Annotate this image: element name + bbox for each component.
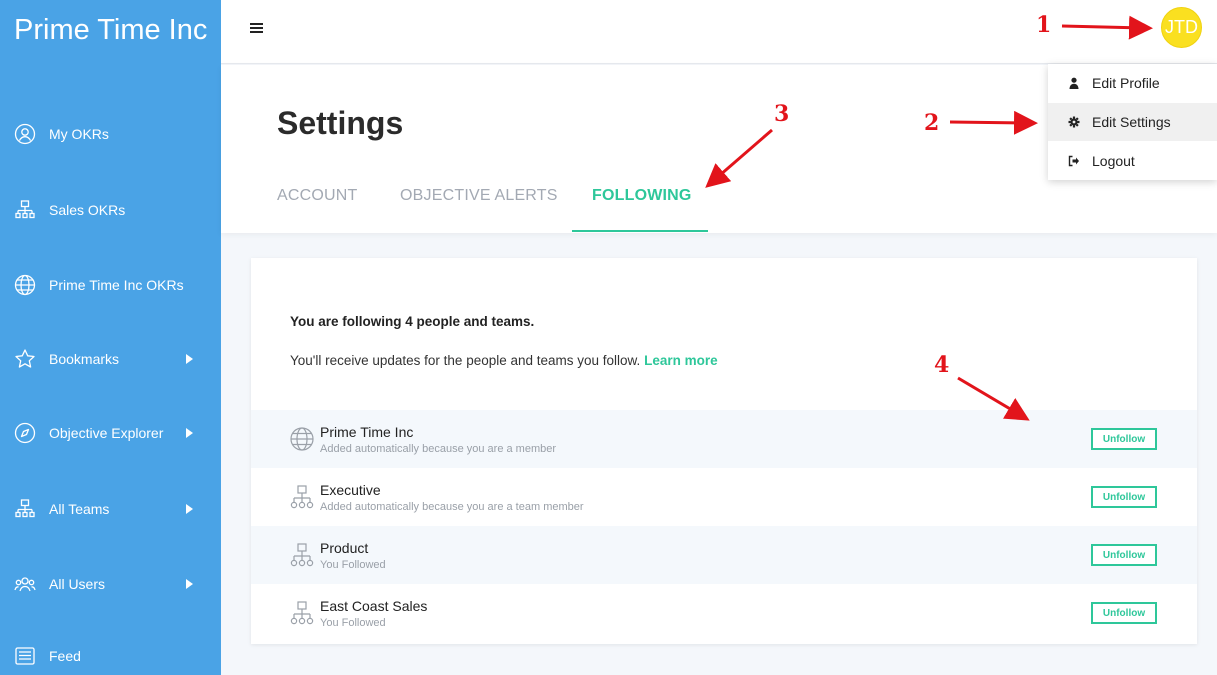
brand-name: Prime Time Inc <box>14 14 208 46</box>
caret-right-icon <box>186 579 193 589</box>
org-chart-icon <box>289 600 317 628</box>
sidebar-item-label: Objective Explorer <box>49 425 164 441</box>
menu-item-label: Edit Settings <box>1092 114 1171 130</box>
menu-item-logout[interactable]: Logout <box>1048 142 1217 180</box>
menu-item-label: Edit Profile <box>1092 75 1160 91</box>
annotation-step-1: 1 <box>1036 12 1052 38</box>
sidebar-item-feed[interactable]: Feed <box>0 636 221 675</box>
following-name: Executive <box>320 482 381 498</box>
sidebar: Prime Time Inc My OKRs Sales OKRs Prime … <box>0 0 221 675</box>
menu-item-edit-settings[interactable]: Edit Settings <box>1048 103 1217 141</box>
org-chart-icon <box>289 542 317 570</box>
logout-icon <box>1068 155 1080 167</box>
following-card: You are following 4 people and teams. Yo… <box>251 258 1197 644</box>
following-reason: You Followed <box>320 559 386 571</box>
menu-item-label: Logout <box>1092 153 1135 169</box>
learn-more-link[interactable]: Learn more <box>644 353 718 368</box>
globe-icon <box>14 274 36 296</box>
user-menu: Edit Profile Edit Settings Logout <box>1048 64 1217 180</box>
user-circle-icon <box>14 123 36 145</box>
page-title: Settings <box>277 105 404 141</box>
unfollow-button[interactable]: Unfollow <box>1091 428 1157 450</box>
sidebar-item-my-okrs[interactable]: My OKRs <box>0 114 221 154</box>
hamburger-icon[interactable] <box>249 21 265 37</box>
following-name: Product <box>320 540 369 556</box>
menu-item-edit-profile[interactable]: Edit Profile <box>1048 64 1217 102</box>
following-name: East Coast Sales <box>320 598 428 614</box>
compass-icon <box>14 422 36 444</box>
user-avatar[interactable]: JTD <box>1161 7 1202 48</box>
sidebar-item-label: Bookmarks <box>49 351 120 367</box>
sidebar-item-all-teams[interactable]: All Teams <box>0 489 221 529</box>
following-reason: Added automatically because you are a me… <box>320 443 557 455</box>
caret-right-icon <box>186 354 193 364</box>
users-icon <box>14 573 36 595</box>
sidebar-item-objective-explorer[interactable]: Objective Explorer <box>0 413 221 453</box>
sidebar-item-label: Feed <box>49 648 81 664</box>
following-row: East Coast Sales You Followed Unfollow <box>251 584 1197 642</box>
sidebar-item-all-users[interactable]: All Users <box>0 564 221 604</box>
top-bar: JTD <box>221 0 1217 64</box>
unfollow-button[interactable]: Unfollow <box>1091 486 1157 508</box>
following-row: Product You Followed Unfollow <box>251 526 1197 584</box>
annotation-step-4: 4 <box>934 352 950 378</box>
unfollow-button[interactable]: Unfollow <box>1091 602 1157 624</box>
annotation-step-3: 3 <box>774 101 790 127</box>
sidebar-item-label: Sales OKRs <box>49 202 126 218</box>
following-info: You'll receive updates for the people an… <box>290 353 718 368</box>
person-icon <box>1068 77 1080 89</box>
following-reason: Added automatically because you are a te… <box>320 501 584 513</box>
sidebar-item-sales-okrs[interactable]: Sales OKRs <box>0 190 221 230</box>
org-chart-icon <box>14 498 36 520</box>
tab-following[interactable]: FOLLOWING <box>592 187 692 205</box>
caret-right-icon <box>186 428 193 438</box>
sidebar-item-label: My OKRs <box>49 126 109 142</box>
unfollow-button[interactable]: Unfollow <box>1091 544 1157 566</box>
active-tab-indicator <box>572 230 708 232</box>
following-name: Prime Time Inc <box>320 424 414 440</box>
following-reason: You Followed <box>320 617 386 629</box>
sidebar-item-bookmarks[interactable]: Bookmarks <box>0 339 221 379</box>
following-info-text: You'll receive updates for the people an… <box>290 353 641 368</box>
sidebar-item-label: All Teams <box>49 501 110 517</box>
following-row: Executive Added automatically because yo… <box>251 468 1197 526</box>
gear-icon <box>1068 116 1080 128</box>
tab-account[interactable]: ACCOUNT <box>277 187 358 205</box>
star-icon <box>14 348 36 370</box>
globe-icon <box>289 426 317 454</box>
sidebar-item-prime-time-inc-okrs[interactable]: Prime Time Inc OKRs <box>0 265 221 305</box>
org-chart-icon <box>289 484 317 512</box>
feed-icon <box>14 645 36 667</box>
annotation-step-2: 2 <box>924 110 940 136</box>
sidebar-item-label: All Users <box>49 576 106 592</box>
following-summary: You are following 4 people and teams. <box>290 314 535 329</box>
org-chart-icon <box>14 199 36 221</box>
sidebar-item-label: Prime Time Inc OKRs <box>49 277 184 293</box>
following-row: Prime Time Inc Added automatically becau… <box>251 410 1197 468</box>
caret-right-icon <box>186 504 193 514</box>
tab-objective-alerts[interactable]: OBJECTIVE ALERTS <box>400 187 558 205</box>
